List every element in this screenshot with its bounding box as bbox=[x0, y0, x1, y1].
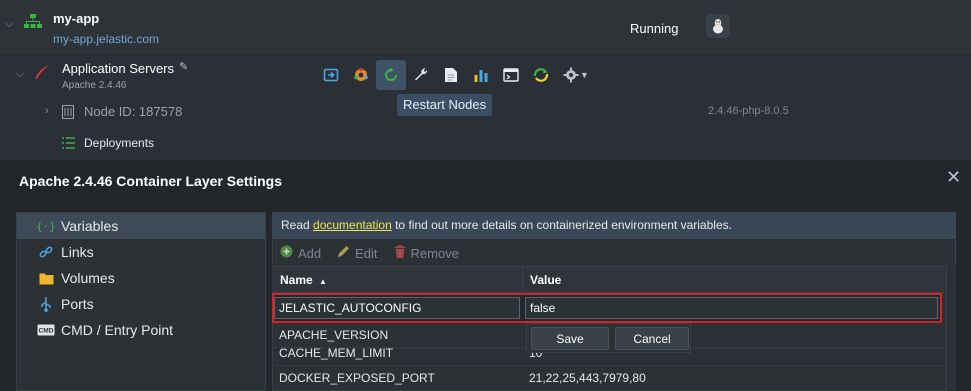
environment-name[interactable]: my-app bbox=[53, 11, 99, 26]
environment-topology-icon bbox=[24, 13, 42, 31]
folder-icon bbox=[35, 272, 57, 285]
info-suffix: to find out more details on containerize… bbox=[391, 218, 732, 232]
environment-row[interactable] bbox=[0, 0, 971, 55]
remove-button[interactable]: Remove bbox=[394, 245, 459, 261]
dialog-title: Apache 2.4.46 Container Layer Settings bbox=[19, 173, 282, 189]
edit-button[interactable]: Edit bbox=[337, 245, 378, 261]
variable-name-cell: APACHE_VERSION bbox=[279, 328, 389, 342]
restart-nodes-tooltip: Restart Nodes bbox=[397, 94, 493, 116]
nav-item-label: Variables bbox=[61, 218, 119, 234]
column-header-name[interactable]: Name ▲ bbox=[280, 273, 327, 287]
add-ons-icon[interactable] bbox=[346, 60, 376, 90]
grid-scrollbar[interactable] bbox=[946, 266, 956, 391]
variables-icon: {·} bbox=[36, 219, 56, 233]
nav-item-label: Links bbox=[61, 244, 94, 260]
restart-nodes-icon[interactable] bbox=[376, 60, 406, 90]
documentation-link[interactable]: documentation bbox=[313, 218, 392, 232]
pencil-icon[interactable]: ✎ bbox=[179, 60, 188, 73]
nav-item-links[interactable]: Links bbox=[17, 239, 265, 265]
node-icon bbox=[62, 105, 74, 122]
nav-item-ports[interactable]: Ports bbox=[17, 291, 265, 317]
import-icon[interactable] bbox=[526, 60, 556, 90]
usb-port-icon bbox=[35, 296, 57, 312]
cancel-button[interactable]: Cancel bbox=[615, 327, 689, 350]
table-row[interactable]: DOCKER_EXPOSED_PORT 21,22,25,443,7979,80 bbox=[272, 366, 946, 391]
web-ssh-icon[interactable] bbox=[496, 60, 526, 90]
nav-item-volumes[interactable]: Volumes bbox=[17, 265, 265, 291]
editing-row bbox=[272, 293, 942, 323]
nav-item-variables[interactable]: {·} Variables bbox=[17, 213, 265, 239]
wrench-config-icon[interactable] bbox=[406, 60, 436, 90]
nav-item-label: CMD / Entry Point bbox=[61, 322, 174, 338]
sort-ascending-icon: ▲ bbox=[319, 277, 327, 286]
grid-header: Name ▲ Value bbox=[272, 266, 946, 293]
info-bar: Read documentation to find out more deta… bbox=[272, 212, 956, 239]
row-editor-buttons: Save Cancel bbox=[526, 323, 691, 353]
node-group-version: Apache 2.4.46 bbox=[62, 80, 127, 91]
pencil-icon bbox=[337, 245, 350, 261]
node-tag: 2.4.46-php-8.0.5 bbox=[708, 105, 789, 117]
log-file-icon[interactable] bbox=[436, 60, 466, 90]
column-header-value[interactable]: Value bbox=[530, 273, 561, 287]
variable-name-input[interactable] bbox=[274, 297, 520, 319]
chevron-right-icon[interactable]: › bbox=[45, 105, 49, 117]
remove-label: Remove bbox=[410, 245, 459, 261]
chevron-down-icon[interactable]: ⌵ bbox=[16, 68, 24, 81]
nav-item-label: Volumes bbox=[61, 270, 115, 286]
variable-value-input[interactable] bbox=[525, 297, 938, 319]
chevron-down-icon[interactable]: ▼ bbox=[580, 70, 589, 80]
add-icon bbox=[280, 245, 293, 261]
column-header-name-label: Name bbox=[280, 273, 313, 287]
add-label: Add bbox=[298, 245, 322, 261]
apache-feather-icon bbox=[34, 64, 50, 83]
environment-domain-link[interactable]: my-app.jelastic.com bbox=[53, 32, 159, 46]
environment-status: Running bbox=[630, 21, 679, 36]
cmd-icon: CMD bbox=[35, 324, 57, 336]
close-icon[interactable]: ✕ bbox=[946, 167, 961, 188]
variable-name-cell: CACHE_MEM_LIMIT bbox=[279, 346, 394, 360]
redeploy-icon[interactable] bbox=[316, 60, 346, 90]
chevron-down-icon[interactable]: ⌵ bbox=[5, 18, 13, 31]
variable-name-cell: DOCKER_EXPOSED_PORT bbox=[279, 371, 435, 385]
node-group-name[interactable]: Application Servers bbox=[62, 61, 174, 76]
deployments-label[interactable]: Deployments bbox=[84, 136, 154, 150]
linux-icon bbox=[706, 14, 730, 38]
column-divider bbox=[522, 266, 523, 293]
trash-icon bbox=[394, 245, 406, 261]
deployments-list-icon bbox=[62, 137, 76, 152]
variable-value-cell: 21,22,25,443,7979,80 bbox=[529, 371, 646, 385]
links-icon bbox=[35, 245, 57, 259]
svg-text:CMD: CMD bbox=[39, 328, 54, 335]
node-group-toolbar: ▼ bbox=[316, 60, 589, 90]
statistics-icon[interactable] bbox=[466, 60, 496, 90]
nav-item-cmd[interactable]: CMD CMD / Entry Point bbox=[17, 317, 265, 343]
add-button[interactable]: Add bbox=[280, 245, 321, 261]
save-button[interactable]: Save bbox=[531, 327, 609, 350]
edit-label: Edit bbox=[355, 245, 378, 261]
node-id[interactable]: Node ID: 187578 bbox=[84, 104, 182, 119]
grid-actions: Add Edit Remove bbox=[280, 243, 459, 263]
nav-item-label: Ports bbox=[61, 296, 94, 312]
settings-nav: {·} Variables Links Volumes Ports CMD CM… bbox=[16, 212, 266, 391]
info-prefix: Read bbox=[281, 218, 314, 232]
